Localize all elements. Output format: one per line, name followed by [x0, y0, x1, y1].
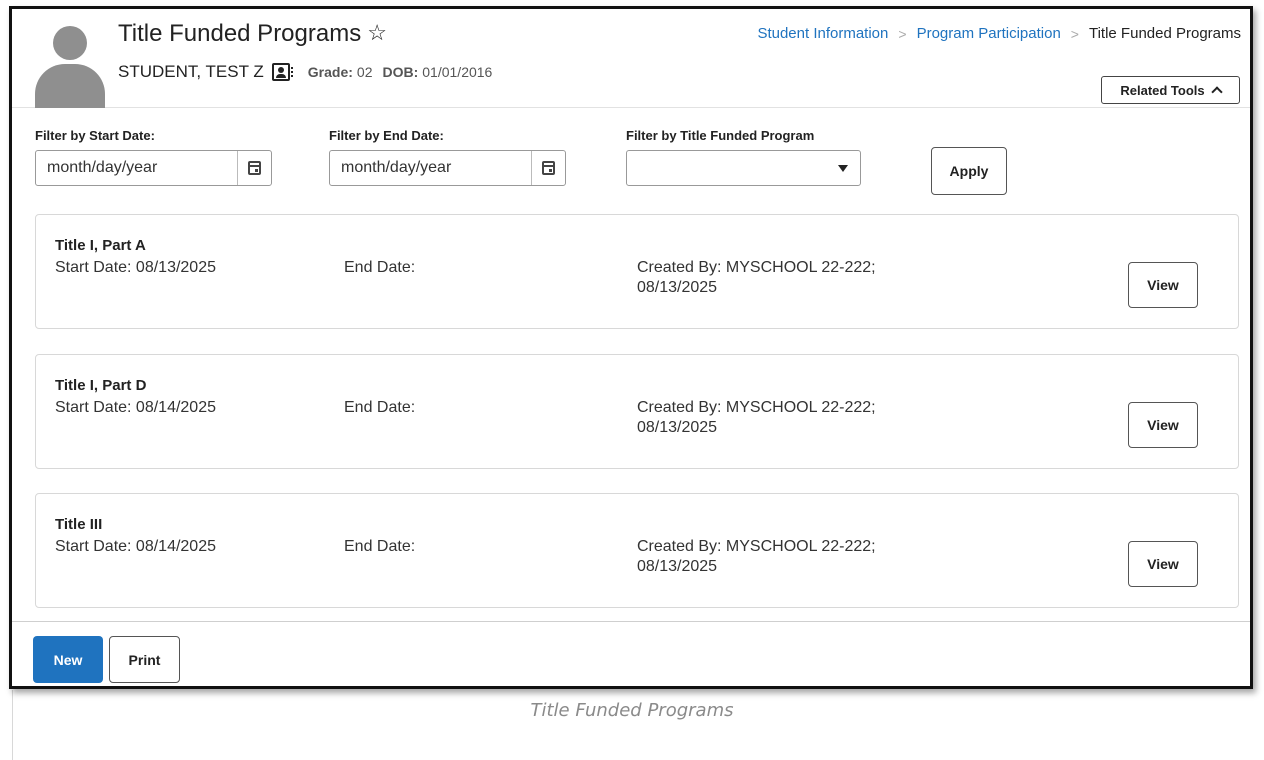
breadcrumb-separator-icon: >	[898, 25, 907, 42]
calendar-icon	[248, 161, 261, 175]
breadcrumb-separator-icon: >	[1070, 25, 1079, 42]
program-title: Title I, Part D	[55, 377, 147, 394]
program-filter-label: Filter by Title Funded Program	[626, 128, 815, 143]
related-tools-label: Related Tools	[1120, 82, 1205, 98]
new-button[interactable]: New	[33, 636, 103, 683]
program-end-date: End Date:	[344, 538, 416, 555]
program-created-by: Created By: MYSCHOOL 22-222; 08/13/2025	[637, 258, 876, 298]
program-created-by: Created By: MYSCHOOL 22-222; 08/13/2025	[637, 537, 876, 577]
breadcrumb-student-information[interactable]: Student Information	[757, 25, 888, 42]
program-select[interactable]	[626, 150, 861, 186]
created-by-line: Created By: MYSCHOOL 22-222;	[637, 399, 876, 416]
program-card: Title III Start Date: 08/14/2025 End Dat…	[35, 493, 1239, 608]
calendar-icon	[542, 161, 555, 175]
screenshot-caption: Title Funded Programs	[530, 700, 734, 721]
avatar-head	[53, 26, 87, 60]
dob-label: DOB:	[382, 64, 419, 80]
avatar-body	[35, 64, 105, 108]
grade-value: 02	[356, 64, 373, 80]
program-card: Title I, Part D Start Date: 08/14/2025 E…	[35, 354, 1239, 469]
program-card: Title I, Part A Start Date: 08/13/2025 E…	[35, 214, 1239, 329]
student-info: STUDENT, TEST Z Grade: 02 DOB: 01/01/201…	[118, 62, 502, 82]
action-footer: New Print	[12, 621, 1250, 686]
breadcrumb-program-participation[interactable]: Program Participation	[917, 25, 1061, 42]
caret-down-icon	[838, 164, 848, 172]
end-date-calendar-button[interactable]	[531, 151, 565, 185]
star-icon[interactable]: ☆	[367, 20, 387, 46]
page-title-text: Title Funded Programs	[118, 20, 362, 47]
program-start-date: Start Date: 08/14/2025	[55, 399, 216, 416]
print-button[interactable]: Print	[109, 636, 180, 683]
app-window: Title Funded Programs ☆ STUDENT, TEST Z G…	[9, 6, 1253, 689]
start-date-placeholder: month/day/year	[47, 159, 158, 176]
program-end-date: End Date:	[344, 399, 416, 416]
start-date-input[interactable]: month/day/year	[35, 150, 272, 186]
created-by-line: Created By: MYSCHOOL 22-222;	[637, 538, 876, 555]
breadcrumb-current: Title Funded Programs	[1088, 25, 1241, 42]
view-button[interactable]: View	[1128, 262, 1198, 308]
apply-button[interactable]: Apply	[931, 147, 1007, 195]
related-tools-button[interactable]: Related Tools	[1101, 76, 1240, 104]
program-title: Title I, Part A	[55, 237, 146, 254]
program-end-date: End Date:	[344, 259, 416, 276]
view-button[interactable]: View	[1128, 541, 1198, 587]
grade-label: Grade:	[307, 64, 353, 80]
end-date-filter: Filter by End Date: month/day/year	[329, 128, 566, 186]
end-date-input[interactable]: month/day/year	[329, 150, 566, 186]
created-date-line: 08/13/2025	[637, 419, 718, 436]
chevron-up-icon	[1210, 86, 1223, 98]
view-button[interactable]: View	[1128, 402, 1198, 448]
student-name: STUDENT, TEST Z	[118, 62, 264, 81]
program-title: Title III	[55, 516, 103, 533]
dob-value: 01/01/2016	[422, 64, 493, 80]
page-header: Title Funded Programs ☆ STUDENT, TEST Z G…	[12, 9, 1250, 108]
program-created-by: Created By: MYSCHOOL 22-222; 08/13/2025	[637, 398, 876, 438]
created-date-line: 08/13/2025	[637, 558, 718, 575]
created-date-line: 08/13/2025	[637, 279, 718, 296]
start-date-label: Filter by Start Date:	[35, 128, 155, 143]
created-by-line: Created By: MYSCHOOL 22-222;	[637, 259, 876, 276]
start-date-filter: Filter by Start Date: month/day/year	[35, 128, 272, 186]
start-date-calendar-button[interactable]	[237, 151, 271, 185]
program-filter: Filter by Title Funded Program	[626, 128, 861, 186]
program-start-date: Start Date: 08/14/2025	[55, 538, 216, 555]
end-date-label: Filter by End Date:	[329, 128, 444, 143]
page-title: Title Funded Programs ☆	[118, 20, 387, 48]
breadcrumb: Student Information > Program Participat…	[757, 25, 1241, 42]
contact-card-icon[interactable]	[271, 63, 293, 81]
program-start-date: Start Date: 08/13/2025	[55, 259, 216, 276]
avatar	[35, 22, 105, 108]
end-date-placeholder: month/day/year	[341, 159, 452, 176]
